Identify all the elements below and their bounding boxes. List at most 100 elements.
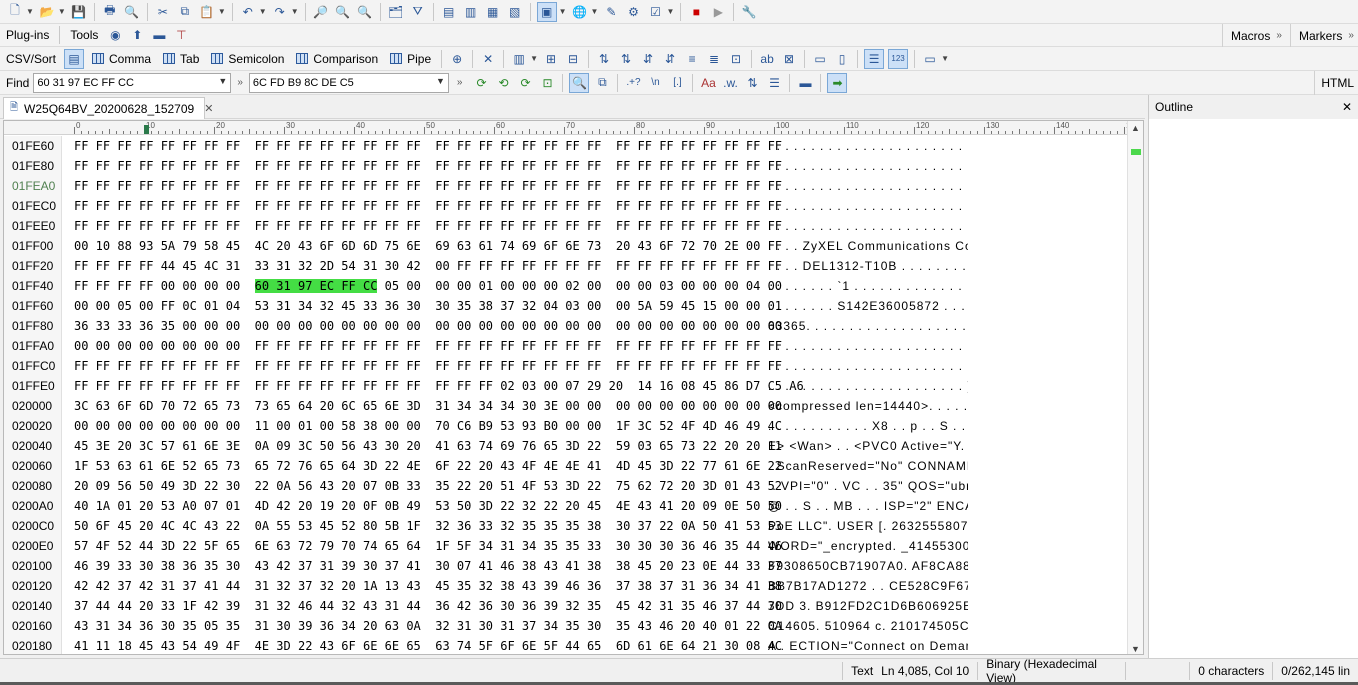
- hex-row[interactable]: 01FE80 FF FF FF FF FF FF FF FF FF FF FF F…: [4, 156, 1129, 176]
- highlight-icon[interactable]: ☰: [765, 74, 783, 92]
- row-ascii[interactable]: 7DD 3. B912FD2C1D6B606925EB15F7: [762, 599, 968, 613]
- row-ascii[interactable]: F9308650CB71907A0. AF8CA88E #. D: [762, 559, 968, 573]
- hex-row[interactable]: 01FF20 FF FF FF FF 44 45 4C 31 33 31 32 2…: [4, 256, 1129, 276]
- chevron-down-icon[interactable]: ▼: [218, 76, 227, 86]
- close-icon[interactable]: ✕: [204, 102, 213, 115]
- row-hex-bytes[interactable]: FF FF FF FF FF FF FF FF FF FF FF FF FF F…: [62, 179, 782, 193]
- row-ascii[interactable]: WORD="_encrypted. _4145530006F5: [762, 539, 968, 553]
- view-normal-icon[interactable]: ▤: [440, 3, 458, 21]
- plugins-menu[interactable]: Plug-ins: [0, 24, 55, 46]
- row-hex-bytes[interactable]: FF FF FF FF FF FF FF FF FF FF FF FF FF F…: [62, 159, 782, 173]
- row-hex-bytes[interactable]: 00 10 88 93 5A 79 58 45 4C 20 43 6F 6D 6…: [62, 239, 782, 253]
- hex-row[interactable]: 01FF60 00 00 05 00 FF 0C 01 04 53 31 34 3…: [4, 296, 1129, 316]
- status-text-mode[interactable]: Text: [842, 661, 881, 680]
- hex-row[interactable]: 0200E0 57 4F 52 44 3D 22 5F 65 6E 63 72 7…: [4, 536, 1129, 556]
- find-hex-icon[interactable]: 🔍: [569, 72, 590, 93]
- row-ascii[interactable]: . . . . . . . . . . . . . . . . . . . . …: [762, 199, 968, 213]
- hex-row[interactable]: 01FF00 00 10 88 93 5A 79 58 45 4C 20 43 6…: [4, 236, 1129, 256]
- list-view-icon[interactable]: ☰: [864, 48, 885, 69]
- row-hex-bytes[interactable]: 45 3E 20 3C 57 61 6E 3E 0A 09 3C 50 56 4…: [62, 439, 782, 453]
- plugin-icon[interactable]: 🔧: [740, 3, 758, 21]
- columns-icon[interactable]: ▥: [510, 50, 528, 68]
- hex-row[interactable]: 020000 3C 63 6F 6D 70 72 65 73 73 65 64 2…: [4, 396, 1129, 416]
- row-hex-bytes[interactable]: 57 4F 52 44 3D 22 5F 65 6E 63 72 79 70 7…: [62, 539, 782, 553]
- sort-length-icon[interactable]: ≡: [683, 50, 701, 68]
- row-hex-bytes[interactable]: 46 39 33 30 38 36 35 30 43 42 37 31 39 3…: [62, 559, 782, 573]
- row-ascii[interactable]: . . . . . . . . . . . . . . . . . . . . …: [762, 179, 968, 193]
- row-ascii[interactable]: 63365. . . . . . . . . . . . . . . . . .…: [762, 319, 968, 333]
- row-hex-bytes[interactable]: 20 09 56 50 49 3D 22 30 22 0A 56 43 20 0…: [62, 479, 782, 493]
- undo-icon[interactable]: ↶: [239, 3, 257, 21]
- open-file-icon[interactable]: 📂: [38, 3, 56, 21]
- row-ascii[interactable]: BB7B17AD1272 . . CE528C9F678716: [762, 579, 968, 593]
- run-icon[interactable]: ⬆: [128, 26, 146, 44]
- scroll-down-icon[interactable]: ▼: [1131, 644, 1140, 654]
- row-hex-bytes[interactable]: 43 31 34 36 30 35 05 35 31 30 39 36 34 2…: [62, 619, 782, 633]
- redo-icon[interactable]: ↷: [271, 3, 289, 21]
- insert-column-icon[interactable]: ⊞: [542, 50, 560, 68]
- hex-row[interactable]: 020140 37 44 44 20 33 1F 42 39 31 32 46 4…: [4, 596, 1129, 616]
- vertical-scrollbar[interactable]: ▲ ▼: [1127, 121, 1143, 654]
- status-view-mode[interactable]: Binary (Hexadecimal View): [977, 657, 1125, 685]
- hex-row[interactable]: 020120 42 42 37 42 31 37 41 44 31 32 37 3…: [4, 576, 1129, 596]
- hex-row[interactable]: 01FF80 36 33 33 36 35 00 00 00 00 00 00 0…: [4, 316, 1129, 336]
- row-hex-bytes[interactable]: 00 00 00 00 00 00 00 00 11 00 01 00 58 3…: [62, 419, 782, 433]
- find-icon[interactable]: 🔎: [312, 3, 330, 21]
- find-prev-green-icon[interactable]: ⟲: [494, 74, 512, 92]
- hex-row[interactable]: 020040 45 3E 20 3C 57 61 6E 3E 0A 09 3C 5…: [4, 436, 1129, 456]
- row-ascii[interactable]: . . . . . . . . . . . . . . . . . . . . …: [762, 139, 968, 153]
- status-position[interactable]: Ln 4,085, Col 10: [881, 662, 977, 680]
- hex-row[interactable]: 0200A0 40 1A 01 20 53 A0 07 01 4D 42 20 1…: [4, 496, 1129, 516]
- hex-row[interactable]: 020060 1F 53 63 61 6E 52 65 73 65 72 76 6…: [4, 456, 1129, 476]
- hex-row[interactable]: 01FF40 FF FF FF FF 00 00 00 00 60 31 97 E…: [4, 276, 1129, 296]
- row-hex-bytes[interactable]: 1F 53 63 61 6E 52 65 73 65 72 76 65 64 3…: [62, 459, 782, 473]
- row-ascii[interactable]: . ScanReserved="No" CONNAME="wa: [762, 459, 968, 473]
- csv-tab-button[interactable]: Tab: [157, 49, 205, 69]
- paste-icon[interactable]: 📋: [198, 3, 216, 21]
- row-ascii[interactable]: . . . . . . . . . . . . X8 . . p . . S .…: [762, 419, 968, 433]
- window-split-icon[interactable]: ▭: [811, 50, 829, 68]
- csv-pipe-button[interactable]: Pipe: [384, 49, 437, 69]
- convert-icon[interactable]: ⊠: [780, 50, 798, 68]
- spell-check-abc-icon[interactable]: ab: [758, 50, 776, 68]
- brackets-icon[interactable]: [.]: [668, 74, 686, 92]
- hex-row[interactable]: 01FEC0 FF FF FF FF FF FF FF FF FF FF FF F…: [4, 196, 1129, 216]
- scroll-up-icon[interactable]: ▲: [1131, 123, 1140, 133]
- add-column-icon[interactable]: ⊕: [448, 50, 466, 68]
- row-hex-bytes[interactable]: 37 44 44 20 33 1F 42 39 31 32 46 44 32 4…: [62, 599, 782, 613]
- row-hex-bytes[interactable]: FF FF FF FF FF FF FF FF FF FF FF FF FF F…: [62, 379, 804, 393]
- play-macro-icon[interactable]: ▶: [709, 3, 727, 21]
- spell-check-icon[interactable]: ✎: [602, 3, 620, 21]
- row-hex-bytes[interactable]: 00 00 05 00 FF 0C 01 04 53 31 34 32 45 3…: [62, 299, 782, 313]
- hex-editor[interactable]: 0102030405060708090100110120130140150 01…: [3, 120, 1144, 655]
- replace-input[interactable]: 6C FD B9 8C DE C5 ▼: [248, 72, 449, 93]
- hex-row[interactable]: 01FEE0 FF FF FF FF FF FF FF FF FF FF FF F…: [4, 216, 1129, 236]
- print-icon[interactable]: 🖶: [101, 3, 119, 21]
- replace-icon[interactable]: ⟳: [516, 74, 534, 92]
- markers-menu[interactable]: Markers »: [1290, 24, 1358, 47]
- hex-row[interactable]: 020080 20 09 56 50 49 3D 22 30 22 0A 56 4…: [4, 476, 1129, 496]
- row-ascii[interactable]: A . ECTION="Connect on Demand!0: [762, 639, 968, 653]
- replace-all-icon[interactable]: ⊡: [538, 74, 556, 92]
- find-next-icon[interactable]: 🔍: [334, 3, 352, 21]
- sort-num-desc-icon[interactable]: ⇵: [661, 50, 679, 68]
- view-full-icon[interactable]: ▧: [506, 3, 524, 21]
- row-hex-bytes[interactable]: 42 42 37 42 31 37 41 44 31 32 37 32 20 1…: [62, 579, 782, 593]
- ruler-icon[interactable]: ▭: [921, 50, 939, 68]
- row-ascii[interactable]: <compressed len=14440>. . . . . . . . . …: [762, 399, 968, 413]
- hex-row[interactable]: 0200C0 50 6F 45 20 4C 4C 43 22 0A 55 53 4…: [4, 516, 1129, 536]
- row-ascii[interactable]: . . . . . . . . . . . . . . . . . . . . …: [762, 159, 968, 173]
- new-file-icon[interactable]: 🗋: [6, 3, 24, 21]
- find-in-files-icon[interactable]: 🗂: [387, 3, 405, 21]
- tools-config-icon[interactable]: ⚙: [624, 3, 642, 21]
- hex-view-icon[interactable]: ▣: [536, 1, 557, 22]
- direction-icon[interactable]: ⇅: [743, 74, 761, 92]
- sort-desc-icon[interactable]: ⇅: [617, 50, 635, 68]
- hex-row[interactable]: 020160 43 31 34 36 30 35 05 35 31 30 39 3…: [4, 616, 1129, 636]
- close-icon[interactable]: ✕: [1342, 100, 1352, 114]
- browser-icon[interactable]: ◉: [106, 26, 124, 44]
- row-ascii[interactable]: . . . . . . . . `1 . . . . . . . . . . .…: [762, 279, 968, 293]
- pin-icon[interactable]: ⊤: [172, 26, 190, 44]
- csv-mode-icon[interactable]: ▤: [64, 48, 85, 69]
- row-hex-bytes[interactable]: 36 33 33 36 35 00 00 00 00 00 00 00 00 0…: [62, 319, 782, 333]
